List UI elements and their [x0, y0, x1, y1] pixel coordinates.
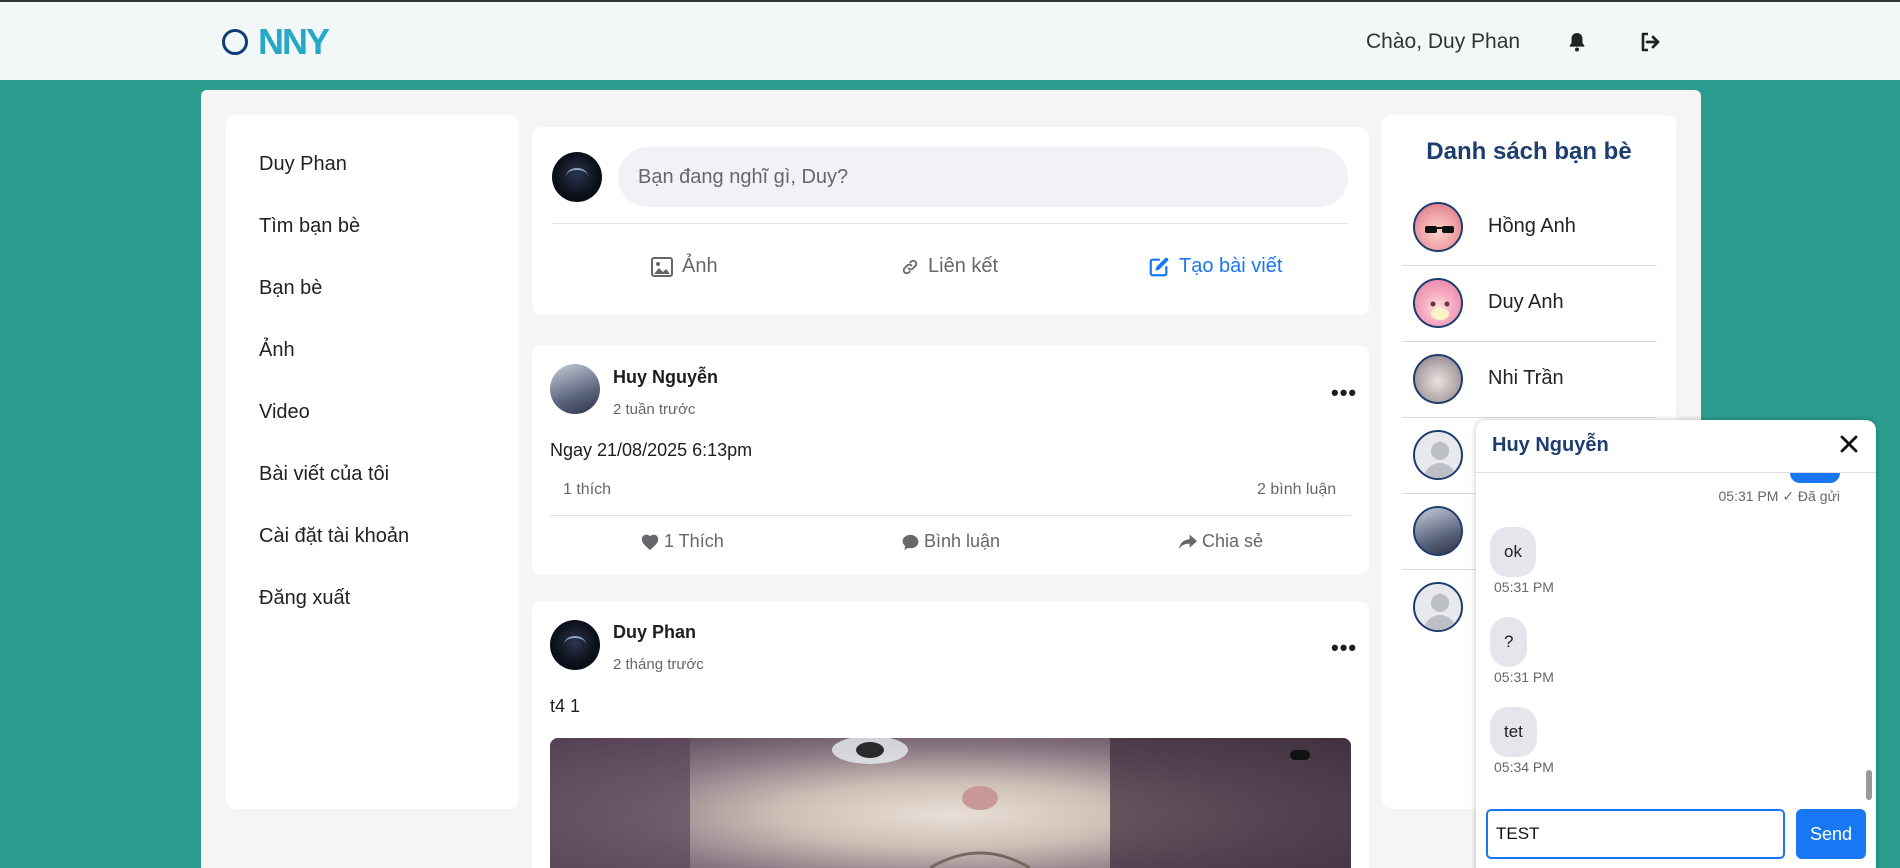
sidebar-item-account-settings[interactable]: Cài đặt tài khoản — [259, 525, 409, 548]
sidebar-item-logout[interactable]: Đăng xuất — [259, 587, 350, 610]
like-label: 1 Thích — [664, 531, 724, 551]
avatar — [1413, 430, 1463, 480]
bell-icon[interactable] — [1565, 30, 1589, 54]
friend-name: Hồng Anh — [1488, 215, 1576, 237]
top-navbar: NNY Chào, Duy Phan — [0, 0, 1900, 80]
add-photo-button[interactable]: Ảnh — [651, 255, 718, 278]
sent-status: 05:31 PM ✓ Đã gửi — [1718, 488, 1841, 504]
post-input[interactable]: Bạn đang nghĩ gì, Duy? — [618, 147, 1348, 207]
logo-text: NNY — [258, 21, 330, 62]
friend-name: Nhi Trần — [1488, 367, 1564, 389]
share-icon — [1179, 534, 1197, 549]
comment-icon — [902, 534, 919, 550]
chat-message-input[interactable]: TEST — [1486, 809, 1785, 859]
friend-item[interactable]: Hồng Anh — [1402, 190, 1657, 266]
sidebar-item-friends[interactable]: Bạn bè — [259, 277, 322, 300]
post-text: t4 1 — [550, 696, 581, 716]
post-text: Ngay 21/08/2025 6:13pm — [550, 440, 753, 460]
link-icon — [902, 259, 918, 274]
chat-title: Huy Nguyễn — [1492, 434, 1609, 456]
avatar — [1413, 202, 1463, 252]
post-divider — [550, 515, 1351, 516]
cat-photo — [550, 738, 1351, 868]
friend-item[interactable]: Nhi Trần — [1402, 342, 1657, 418]
send-button[interactable]: Send — [1796, 809, 1866, 859]
post-image[interactable] — [550, 738, 1351, 868]
friends-title: Danh sách bạn bè — [1426, 138, 1632, 165]
edit-icon — [1149, 257, 1169, 276]
sidebar-item-video[interactable]: Video — [259, 401, 310, 424]
composer-divider — [552, 223, 1349, 224]
logout-icon[interactable] — [1638, 30, 1662, 54]
post-time: 2 tuần trước — [613, 401, 696, 418]
sidebar-item-my-posts[interactable]: Bài viết của tôi — [259, 463, 389, 486]
sidebar-item-photos[interactable]: Ảnh — [259, 339, 295, 362]
avatar[interactable] — [552, 152, 602, 202]
avatar — [1413, 278, 1463, 328]
share-button[interactable]: Chia sẻ — [1178, 531, 1263, 552]
comment-count[interactable]: 2 bình luận — [1257, 481, 1336, 499]
message-time: 05:31 PM — [1494, 579, 1554, 595]
user-placeholder-icon — [1423, 442, 1457, 478]
close-icon[interactable] — [1838, 433, 1860, 455]
add-photo-label: Ảnh — [682, 255, 718, 277]
add-link-button[interactable]: Liên kết — [901, 255, 998, 278]
like-count[interactable]: 1 thích — [563, 481, 611, 499]
avatar[interactable] — [550, 364, 600, 414]
received-message-bubble: ok — [1490, 527, 1536, 577]
add-link-label: Liên kết — [928, 255, 999, 277]
post-time: 2 tháng trước — [613, 656, 704, 673]
create-post-button[interactable]: Tạo bài viết — [1148, 255, 1282, 278]
share-label: Chia sẻ — [1202, 531, 1264, 551]
create-post-label: Tạo bài viết — [1179, 255, 1283, 277]
user-greeting: Chào, Duy Phan — [1366, 30, 1521, 53]
message-time: 05:34 PM — [1494, 759, 1554, 775]
post-author[interactable]: Huy Nguyễn — [613, 367, 718, 388]
like-button[interactable]: 1 Thích — [640, 531, 724, 552]
chat-window: Huy Nguyễn 05:31 PM ✓ Đã gửi ok 05:31 PM… — [1476, 420, 1876, 868]
more-options-icon[interactable]: ••• — [1331, 380, 1357, 406]
more-options-icon[interactable]: ••• — [1331, 635, 1357, 661]
avatar[interactable] — [550, 620, 600, 670]
avatar — [1413, 354, 1463, 404]
sidebar-item-find-friends[interactable]: Tìm bạn bè — [259, 215, 360, 238]
chat-scrollbar[interactable] — [1866, 770, 1872, 800]
user-placeholder-icon — [1423, 594, 1457, 630]
received-message-bubble: ? — [1490, 617, 1528, 667]
friend-item[interactable]: Duy Anh — [1402, 266, 1657, 342]
app-logo[interactable]: NNY — [222, 21, 330, 62]
heart-icon — [641, 534, 659, 550]
message-time: 05:31 PM — [1494, 669, 1554, 685]
received-message-bubble: tet — [1490, 707, 1537, 757]
friend-name: Duy Anh — [1488, 291, 1564, 313]
post-author[interactable]: Duy Phan — [613, 622, 696, 643]
avatar — [1413, 582, 1463, 632]
logo-ring-icon — [222, 29, 248, 55]
image-icon — [651, 256, 673, 277]
comment-button[interactable]: Bình luận — [901, 531, 1000, 552]
sidebar-item-profile[interactable]: Duy Phan — [259, 153, 347, 176]
sent-message-bubble — [1790, 473, 1840, 483]
avatar — [1413, 506, 1463, 556]
comment-label: Bình luận — [924, 531, 1001, 551]
